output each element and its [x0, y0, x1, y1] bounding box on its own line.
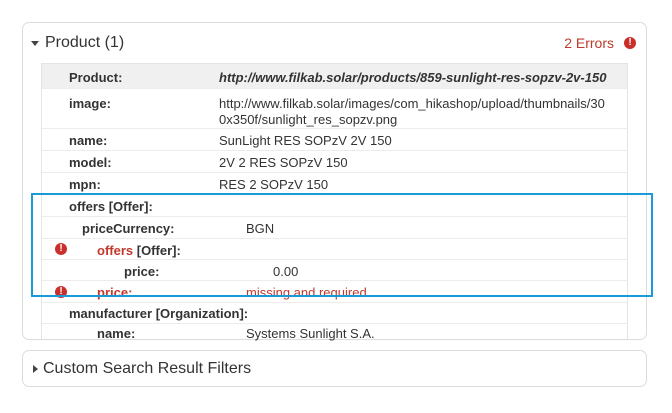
- custom-filters-title[interactable]: Custom Search Result Filters: [43, 360, 251, 378]
- offers-row: offers [Offer]:: [42, 195, 627, 217]
- image-label: image:: [69, 96, 111, 111]
- product-panel-header[interactable]: Product (1) 2 Errors !: [23, 23, 646, 63]
- custom-filters-panel[interactable]: Custom Search Result Filters: [22, 350, 647, 387]
- image-url-line2: 0x350f/sunlight_res_sopzv.png: [219, 112, 398, 127]
- mpn-value: RES 2 SOPzV 150: [219, 177, 329, 192]
- error-icon: !: [624, 37, 636, 49]
- caret-down-icon[interactable]: [31, 40, 39, 46]
- mpn-label: mpn:: [69, 177, 101, 192]
- mpn-row: mpn: RES 2 SOPzV 150: [42, 173, 627, 195]
- manufacturer-name-label: name:: [97, 326, 136, 341]
- price-currency-label: priceCurrency:: [82, 221, 175, 236]
- model-row: model: 2V 2 RES SOPzV 150: [42, 151, 627, 173]
- nested-offers-label: offers [Offer]:: [97, 243, 181, 258]
- custom-filters-header[interactable]: Custom Search Result Filters: [23, 351, 646, 386]
- price-error-message: missing and required: [246, 285, 367, 300]
- manufacturer-name-row: name: Systems Sunlight S.A.: [42, 324, 627, 341]
- name-label: name:: [69, 133, 108, 148]
- name-value: SunLight RES SOPzV 2V 150: [219, 133, 392, 148]
- error-summary: 2 Errors !: [564, 23, 636, 63]
- price-error-label: price:: [97, 285, 133, 300]
- nested-offers-label-type: [Offer]:: [133, 243, 181, 258]
- caret-right-icon[interactable]: [33, 364, 38, 373]
- offers-label: offers [Offer]:: [69, 199, 153, 214]
- price-currency-row: priceCurrency: BGN: [42, 217, 627, 239]
- error-icon: !: [55, 286, 67, 298]
- manufacturer-label: manufacturer [Organization]:: [69, 306, 249, 321]
- product-label: Product:: [69, 70, 123, 85]
- name-row: name: SunLight RES SOPzV 2V 150: [42, 129, 627, 151]
- price-currency-value: BGN: [246, 221, 275, 236]
- nested-price-label: price:: [124, 264, 160, 279]
- nested-price-value: 0.00: [273, 264, 299, 279]
- product-panel-title[interactable]: Product (1): [45, 34, 124, 52]
- error-count: 2 Errors: [564, 35, 614, 51]
- manufacturer-row: manufacturer [Organization]:: [42, 303, 627, 324]
- model-label: model:: [69, 155, 112, 170]
- product-panel: Product (1) 2 Errors ! Product: http://w…: [22, 22, 647, 341]
- nested-price-row: price: 0.00: [42, 260, 627, 281]
- nested-offers-label-error: offers: [97, 243, 134, 258]
- nested-offers-row: ! offers [Offer]:: [42, 239, 627, 260]
- product-row: Product: http://www.filkab.solar/product…: [42, 64, 627, 89]
- product-url: http://www.filkab.solar/products/859-sun…: [219, 70, 607, 85]
- image-url-line1: http://www.filkab.solar/images/com_hikas…: [219, 96, 605, 111]
- model-value: 2V 2 RES SOPzV 150: [219, 155, 348, 170]
- manufacturer-name-value: Systems Sunlight S.A.: [246, 326, 375, 341]
- error-icon: !: [55, 243, 67, 255]
- image-row: image: http://www.filkab.solar/images/co…: [42, 89, 627, 129]
- product-properties: Product: http://www.filkab.solar/product…: [41, 63, 628, 341]
- price-error-row: ! price: missing and required: [42, 281, 627, 303]
